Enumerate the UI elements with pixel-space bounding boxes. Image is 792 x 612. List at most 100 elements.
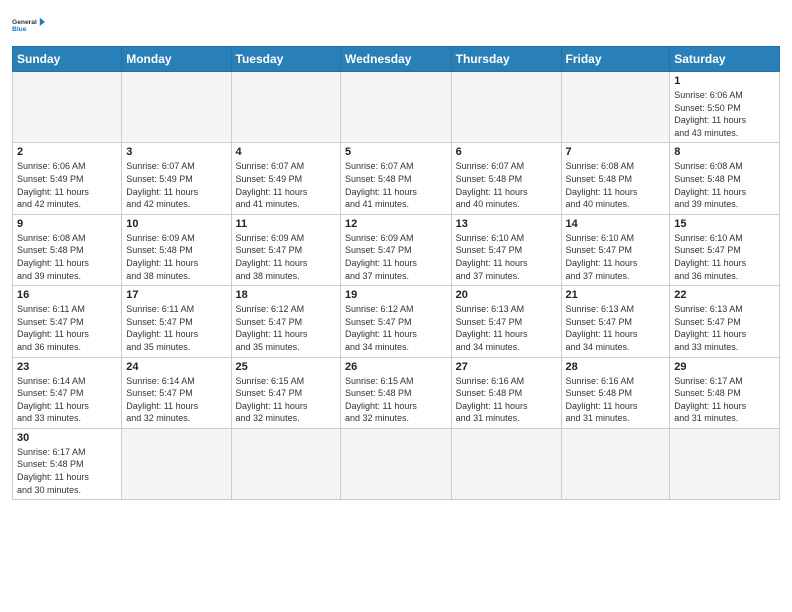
calendar-cell: 20Sunrise: 6:13 AM Sunset: 5:47 PM Dayli…	[451, 286, 561, 357]
calendar-cell: 6 Sunrise: 6:07 AM Sunset: 5:48 PM Daylig…	[451, 143, 561, 214]
weekday-header-thursday: Thursday	[451, 47, 561, 72]
day-number: 3	[126, 146, 226, 158]
day-info: Sunrise: 6:12 AM Sunset: 5:47 PM Dayligh…	[236, 303, 336, 353]
calendar-cell	[122, 428, 231, 499]
calendar-cell	[670, 428, 780, 499]
calendar-cell	[561, 72, 670, 143]
calendar-cell: 21 Sunrise: 6:13 AM Sunset: 5:47 PM Dayli…	[561, 286, 670, 357]
day-number: 14	[566, 218, 666, 230]
calendar-cell: 23Sunrise: 6:14 AM Sunset: 5:47 PM Dayli…	[13, 357, 122, 428]
calendar-cell: 4Sunrise: 6:07 AM Sunset: 5:49 PM Daylig…	[231, 143, 340, 214]
day-number: 6	[456, 146, 557, 158]
day-info: Sunrise: 6:12 AM Sunset: 5:47 PM Dayligh…	[345, 303, 447, 353]
calendar-cell: 25 Sunrise: 6:15 AM Sunset: 5:47 PM Dayli…	[231, 357, 340, 428]
calendar-cell: 19 Sunrise: 6:12 AM Sunset: 5:47 PM Dayli…	[341, 286, 452, 357]
day-number: 4	[236, 146, 336, 158]
calendar-cell: 26Sunrise: 6:15 AM Sunset: 5:48 PM Dayli…	[341, 357, 452, 428]
weekday-header-saturday: Saturday	[670, 47, 780, 72]
day-info: Sunrise: 6:11 AM Sunset: 5:47 PM Dayligh…	[126, 303, 226, 353]
calendar-cell	[122, 72, 231, 143]
day-number: 12	[345, 218, 447, 230]
day-info: Sunrise: 6:16 AM Sunset: 5:48 PM Dayligh…	[456, 375, 557, 425]
calendar-cell: 3 Sunrise: 6:07 AM Sunset: 5:49 PM Daylig…	[122, 143, 231, 214]
day-info: Sunrise: 6:14 AM Sunset: 5:47 PM Dayligh…	[17, 375, 117, 425]
day-number: 11	[236, 218, 336, 230]
day-info: Sunrise: 6:06 AM Sunset: 5:50 PM Dayligh…	[674, 89, 775, 139]
calendar-week-row: 23Sunrise: 6:14 AM Sunset: 5:47 PM Dayli…	[13, 357, 780, 428]
day-info: Sunrise: 6:07 AM Sunset: 5:49 PM Dayligh…	[126, 160, 226, 210]
page: GeneralBlue SundayMondayTuesdayWednesday…	[0, 0, 792, 612]
day-number: 24	[126, 361, 226, 373]
day-info: Sunrise: 6:06 AM Sunset: 5:49 PM Dayligh…	[17, 160, 117, 210]
day-number: 9	[17, 218, 117, 230]
calendar-cell: 28 Sunrise: 6:16 AM Sunset: 5:48 PM Dayli…	[561, 357, 670, 428]
weekday-header-friday: Friday	[561, 47, 670, 72]
day-info: Sunrise: 6:17 AM Sunset: 5:48 PM Dayligh…	[674, 375, 775, 425]
day-info: Sunrise: 6:10 AM Sunset: 5:47 PM Dayligh…	[674, 232, 775, 282]
day-number: 7	[566, 146, 666, 158]
header: GeneralBlue	[12, 10, 780, 40]
day-info: Sunrise: 6:10 AM Sunset: 5:47 PM Dayligh…	[566, 232, 666, 282]
calendar-week-row: 1 Sunrise: 6:06 AM Sunset: 5:50 PM Daylig…	[13, 72, 780, 143]
day-number: 1	[674, 75, 775, 87]
calendar-cell: 7Sunrise: 6:08 AM Sunset: 5:48 PM Daylig…	[561, 143, 670, 214]
calendar-cell: 11Sunrise: 6:09 AM Sunset: 5:47 PM Dayli…	[231, 214, 340, 285]
weekday-header-wednesday: Wednesday	[341, 47, 452, 72]
calendar-cell: 27 Sunrise: 6:16 AM Sunset: 5:48 PM Dayli…	[451, 357, 561, 428]
day-number: 28	[566, 361, 666, 373]
calendar-cell: 24 Sunrise: 6:14 AM Sunset: 5:47 PM Dayli…	[122, 357, 231, 428]
day-info: Sunrise: 6:13 AM Sunset: 5:47 PM Dayligh…	[566, 303, 666, 353]
day-number: 8	[674, 146, 775, 158]
day-info: Sunrise: 6:09 AM Sunset: 5:47 PM Dayligh…	[345, 232, 447, 282]
calendar-cell	[451, 72, 561, 143]
day-number: 26	[345, 361, 447, 373]
day-number: 18	[236, 289, 336, 301]
day-info: Sunrise: 6:14 AM Sunset: 5:47 PM Dayligh…	[126, 375, 226, 425]
day-number: 27	[456, 361, 557, 373]
logo-icon: GeneralBlue	[12, 10, 48, 40]
calendar-cell: 30 Sunrise: 6:17 AM Sunset: 5:48 PM Dayli…	[13, 428, 122, 499]
day-number: 17	[126, 289, 226, 301]
day-info: Sunrise: 6:09 AM Sunset: 5:48 PM Dayligh…	[126, 232, 226, 282]
calendar-cell	[231, 72, 340, 143]
calendar-cell	[561, 428, 670, 499]
day-info: Sunrise: 6:13 AM Sunset: 5:47 PM Dayligh…	[674, 303, 775, 353]
day-info: Sunrise: 6:16 AM Sunset: 5:48 PM Dayligh…	[566, 375, 666, 425]
calendar-cell	[451, 428, 561, 499]
calendar-cell: 8 Sunrise: 6:08 AM Sunset: 5:48 PM Daylig…	[670, 143, 780, 214]
day-info: Sunrise: 6:08 AM Sunset: 5:48 PM Dayligh…	[674, 160, 775, 210]
calendar: SundayMondayTuesdayWednesdayThursdayFrid…	[12, 46, 780, 500]
day-number: 19	[345, 289, 447, 301]
weekday-header-row: SundayMondayTuesdayWednesdayThursdayFrid…	[13, 47, 780, 72]
weekday-header-monday: Monday	[122, 47, 231, 72]
calendar-cell	[13, 72, 122, 143]
calendar-cell	[341, 428, 452, 499]
day-number: 25	[236, 361, 336, 373]
day-info: Sunrise: 6:07 AM Sunset: 5:48 PM Dayligh…	[456, 160, 557, 210]
calendar-cell: 9 Sunrise: 6:08 AM Sunset: 5:48 PM Daylig…	[13, 214, 122, 285]
day-number: 22	[674, 289, 775, 301]
calendar-cell: 29 Sunrise: 6:17 AM Sunset: 5:48 PM Dayli…	[670, 357, 780, 428]
day-number: 10	[126, 218, 226, 230]
calendar-week-row: 16Sunrise: 6:11 AM Sunset: 5:47 PM Dayli…	[13, 286, 780, 357]
day-info: Sunrise: 6:11 AM Sunset: 5:47 PM Dayligh…	[17, 303, 117, 353]
calendar-cell: 18 Sunrise: 6:12 AM Sunset: 5:47 PM Dayli…	[231, 286, 340, 357]
weekday-header-sunday: Sunday	[13, 47, 122, 72]
calendar-cell: 14 Sunrise: 6:10 AM Sunset: 5:47 PM Dayli…	[561, 214, 670, 285]
day-number: 20	[456, 289, 557, 301]
calendar-cell: 12 Sunrise: 6:09 AM Sunset: 5:47 PM Dayli…	[341, 214, 452, 285]
svg-text:Blue: Blue	[12, 26, 27, 33]
day-info: Sunrise: 6:15 AM Sunset: 5:47 PM Dayligh…	[236, 375, 336, 425]
calendar-cell: 5Sunrise: 6:07 AM Sunset: 5:48 PM Daylig…	[341, 143, 452, 214]
day-number: 29	[674, 361, 775, 373]
weekday-header-tuesday: Tuesday	[231, 47, 340, 72]
calendar-cell: 15Sunrise: 6:10 AM Sunset: 5:47 PM Dayli…	[670, 214, 780, 285]
day-info: Sunrise: 6:10 AM Sunset: 5:47 PM Dayligh…	[456, 232, 557, 282]
day-number: 21	[566, 289, 666, 301]
day-number: 30	[17, 432, 117, 444]
day-info: Sunrise: 6:08 AM Sunset: 5:48 PM Dayligh…	[17, 232, 117, 282]
day-info: Sunrise: 6:17 AM Sunset: 5:48 PM Dayligh…	[17, 446, 117, 496]
calendar-cell: 16Sunrise: 6:11 AM Sunset: 5:47 PM Dayli…	[13, 286, 122, 357]
logo: GeneralBlue	[12, 10, 48, 40]
calendar-cell: 13Sunrise: 6:10 AM Sunset: 5:47 PM Dayli…	[451, 214, 561, 285]
